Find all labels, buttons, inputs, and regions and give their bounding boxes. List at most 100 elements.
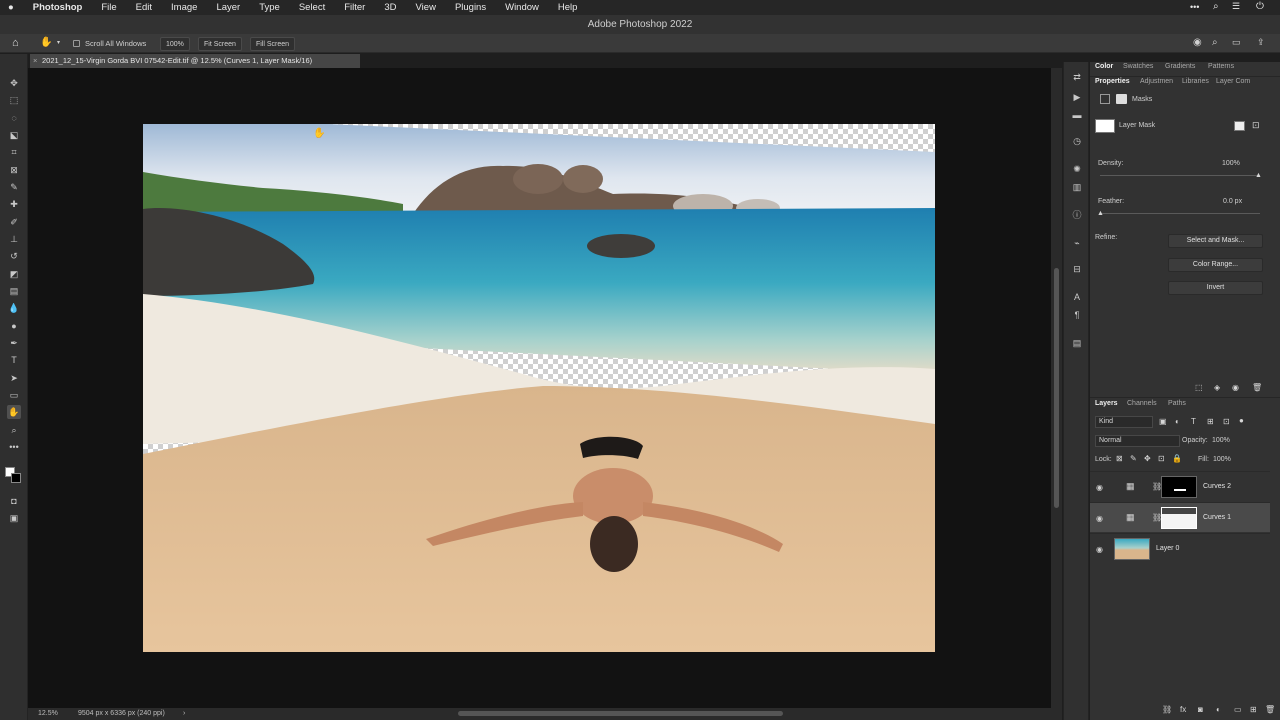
tab-layer-comps[interactable]: Layer Com — [1216, 78, 1250, 85]
background-color-swatch[interactable] — [11, 473, 21, 483]
vertical-scrollbar[interactable] — [1051, 68, 1062, 708]
home-icon[interactable]: ⌂ — [12, 37, 19, 49]
crop-tool-icon[interactable]: ⌗ — [7, 145, 21, 159]
document-tab[interactable]: × 2021_12_15-Virgin Gorda BVI 07542-Edit… — [30, 54, 360, 68]
tab-color[interactable]: Color — [1095, 63, 1113, 70]
character-icon[interactable]: A — [1070, 290, 1084, 304]
tab-paths[interactable]: Paths — [1168, 400, 1186, 407]
layer-name[interactable]: Curves 2 — [1203, 483, 1231, 490]
filter-toggle-icon[interactable]: ● — [1239, 416, 1244, 425]
search-icon[interactable]: ⌕ — [1213, 1, 1219, 12]
pixel-mask-icon[interactable] — [1100, 94, 1110, 104]
object-select-tool-icon[interactable]: ⬕ — [7, 128, 21, 142]
trash-icon[interactable]: 🗑 — [1252, 383, 1262, 392]
menu-3d[interactable]: 3D — [384, 2, 396, 13]
scroll-all-windows-checkbox[interactable] — [73, 40, 80, 47]
opacity-value[interactable]: 100% — [1212, 437, 1230, 444]
horizontal-scroll-thumb[interactable] — [458, 711, 783, 716]
trash-icon[interactable]: 🗑 — [1265, 705, 1275, 714]
filter-shape-icon[interactable]: ⊞ — [1207, 417, 1214, 426]
rectangle-tool-icon[interactable]: ▭ — [7, 388, 21, 402]
tab-patterns[interactable]: Patterns — [1208, 63, 1234, 70]
feather-slider[interactable] — [1100, 213, 1260, 214]
menu-window[interactable]: Window — [505, 2, 539, 13]
info-icon[interactable]: ⓘ — [1070, 208, 1084, 222]
lock-position-icon[interactable]: ✥ — [1144, 454, 1151, 463]
clone-source-icon[interactable]: ⊟ — [1070, 262, 1084, 276]
color-range-button[interactable]: Color Range... — [1168, 258, 1263, 272]
tab-swatches[interactable]: Swatches — [1123, 63, 1153, 70]
layer-mask-thumbnail[interactable] — [1161, 507, 1197, 529]
menu-filter[interactable]: Filter — [344, 2, 365, 13]
invert-button[interactable]: Invert — [1168, 281, 1263, 295]
lock-all-icon[interactable]: 🔒 — [1172, 454, 1182, 463]
fill-value[interactable]: 100% — [1213, 456, 1231, 463]
close-icon[interactable]: × — [33, 54, 37, 68]
load-selection-icon[interactable]: ⬚ — [1195, 383, 1203, 392]
gradient-tool-icon[interactable]: ▤ — [7, 284, 21, 298]
pen-tool-icon[interactable]: ✒ — [7, 336, 21, 350]
menu-layer[interactable]: Layer — [216, 2, 240, 13]
menu-type[interactable]: Type — [259, 2, 280, 13]
zoom-100-button[interactable]: 100% — [160, 37, 190, 51]
new-group-icon[interactable]: ▭ — [1234, 705, 1242, 714]
menu-edit[interactable]: Edit — [136, 2, 152, 13]
healing-brush-icon[interactable]: ✚ — [7, 197, 21, 211]
layer-row-curves-2[interactable]: ◉ ▦ ⛓ Curves 2 — [1090, 471, 1270, 501]
menu-help[interactable]: Help — [558, 2, 578, 13]
power-icon[interactable]: ⏻ — [1256, 1, 1264, 12]
chevron-right-icon[interactable]: › — [183, 708, 185, 720]
hand-tool-icon[interactable]: ✋ — [40, 37, 52, 48]
chevron-down-icon[interactable]: ▾ — [57, 39, 60, 46]
filter-type-icon[interactable]: T — [1191, 417, 1196, 426]
more-icon[interactable]: ••• — [1190, 2, 1199, 12]
density-slider[interactable] — [1100, 175, 1260, 176]
paragraph-icon[interactable]: ¶ — [1070, 308, 1084, 322]
new-layer-icon[interactable]: ⊞ — [1250, 705, 1257, 714]
fit-screen-button[interactable]: Fit Screen — [198, 37, 242, 51]
new-adjustment-icon[interactable]: ◐ — [1216, 705, 1221, 714]
marquee-tool-icon[interactable]: ⬚ — [7, 93, 21, 107]
blend-mode-select[interactable]: Normal — [1095, 435, 1180, 447]
search-icon[interactable]: ⌕ — [1212, 37, 1218, 48]
history-clock-icon[interactable]: ◷ — [1070, 134, 1084, 148]
actions-play-icon[interactable]: ▶ — [1070, 90, 1084, 104]
menu-file[interactable]: File — [101, 2, 116, 13]
adjustments-icon[interactable]: ✺ — [1070, 162, 1084, 176]
layer-thumbnail[interactable] — [1114, 538, 1150, 560]
menu-app[interactable]: Photoshop — [33, 2, 83, 13]
eyedropper-tool-icon[interactable]: ✎ — [7, 180, 21, 194]
layer-mask-thumbnail[interactable] — [1161, 476, 1197, 498]
tab-libraries[interactable]: Libraries — [1182, 78, 1209, 85]
workspace-icon[interactable]: ▭ — [1232, 37, 1241, 48]
add-pixel-mask-icon[interactable] — [1234, 121, 1245, 131]
quick-mask-icon[interactable]: ◘ — [7, 494, 21, 508]
frame-tool-icon[interactable]: ⊠ — [7, 163, 21, 177]
screen-mode-icon[interactable]: ▣ — [7, 511, 21, 525]
layer-name[interactable]: Layer 0 — [1156, 545, 1179, 552]
share-icon[interactable]: ◉ — [1193, 37, 1202, 48]
tab-adjustments[interactable]: Adjustmen — [1140, 78, 1173, 85]
comments-icon[interactable]: ▬ — [1070, 108, 1084, 122]
hand-tool-icon[interactable]: ✋ — [7, 405, 21, 419]
history-icon[interactable]: ⇄ — [1070, 70, 1084, 84]
visibility-eye-icon[interactable]: ◉ — [1096, 545, 1103, 554]
density-value[interactable]: 100% — [1222, 160, 1240, 167]
canvas-area[interactable]: ✋ — [28, 68, 1062, 708]
layer-name[interactable]: Curves 1 — [1203, 514, 1231, 521]
layer-mask-icon[interactable] — [1116, 94, 1127, 104]
apple-icon[interactable]: ● — [8, 2, 14, 13]
path-select-icon[interactable]: ➤ — [7, 371, 21, 385]
brush-settings-icon[interactable]: ⌁ — [1070, 236, 1084, 250]
clone-stamp-icon[interactable]: ⊥ — [7, 232, 21, 246]
eraser-tool-icon[interactable]: ◩ — [7, 267, 21, 281]
status-zoom[interactable]: 12.5% — [38, 708, 58, 720]
filter-pixel-icon[interactable]: ▣ — [1159, 417, 1167, 426]
fill-screen-button[interactable]: Fill Screen — [250, 37, 296, 51]
history-brush-icon[interactable]: ↺ — [7, 249, 21, 263]
notes-icon[interactable]: ▤ — [1070, 336, 1084, 350]
menu-select[interactable]: Select — [299, 2, 325, 13]
add-vector-mask-icon[interactable]: ⊡ — [1252, 120, 1260, 131]
lock-image-icon[interactable]: ✎ — [1130, 454, 1137, 463]
vertical-scroll-thumb[interactable] — [1054, 268, 1059, 508]
